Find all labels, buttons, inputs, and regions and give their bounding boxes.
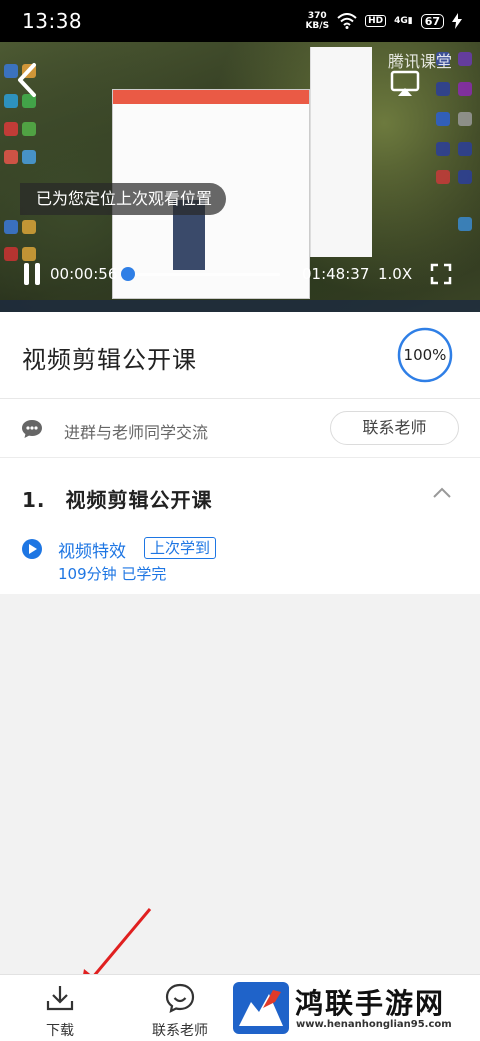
lesson-play-icon[interactable] <box>22 539 42 559</box>
hd-badge: HD <box>365 15 387 27</box>
course-header: 视频剪辑公开课 100% <box>0 312 480 398</box>
signal-icon: 4G▮ <box>394 16 413 26</box>
course-progress-text: 100% <box>403 346 447 364</box>
network-speed-value: 370 <box>307 11 327 21</box>
chapter-number: 1. <box>22 488 46 512</box>
video-window-side <box>310 47 372 257</box>
chapter-title[interactable]: 1. 视频剪辑公开课 <box>22 484 213 513</box>
chevron-up-icon[interactable] <box>432 486 452 500</box>
back-icon[interactable] <box>14 62 40 98</box>
lesson-name[interactable]: 视频特效 <box>58 537 126 562</box>
course-progress-ring: 100% <box>397 327 453 383</box>
chapter-title-text: 视频剪辑公开课 <box>65 488 213 512</box>
course-title: 视频剪辑公开课 <box>22 346 197 374</box>
resume-toast: 已为您定位上次观看位置 <box>20 183 227 215</box>
total-time: 01:48:37 <box>302 265 370 283</box>
lesson-meta: 109分钟 已学完 <box>58 565 167 583</box>
watermark: 鸿联手游网 www.henanhonglian95.com <box>233 979 473 1037</box>
chapter-section: 1. 视频剪辑公开课 视频特效 上次学到 109分钟 已学完 <box>0 458 480 594</box>
status-time: 13:38 <box>22 9 83 33</box>
download-label: 下载 <box>46 1023 74 1039</box>
charging-icon <box>452 13 462 29</box>
status-bar: 13:38 370 KB/S HD 4G▮ 67 <box>0 0 480 42</box>
download-icon <box>46 986 74 1011</box>
current-time: 00:00:56 <box>50 265 118 283</box>
watermark-url: www.henanhonglian95.com <box>296 1019 452 1030</box>
seek-track <box>126 273 280 276</box>
group-row: 进群与老师同学交流 联系老师 <box>0 398 480 458</box>
battery-level: 67 <box>424 14 440 28</box>
network-speed: 370 KB/S <box>305 11 329 31</box>
watermark-title: 鸿联手游网 <box>295 987 446 1020</box>
player-controls: 00:00:56 01:48:37 1.0X <box>0 256 480 292</box>
video-player[interactable]: 腾讯课堂 已为您定位上次观看位置 00:00:56 01:48:37 1.0X <box>0 42 480 312</box>
status-icons: 370 KB/S HD 4G▮ 67 <box>305 11 462 31</box>
group-text: 进群与老师同学交流 <box>64 423 209 442</box>
network-speed-unit: KB/S <box>305 21 330 31</box>
seek-thumb[interactable] <box>121 267 135 281</box>
video-taskbar <box>0 300 480 312</box>
player-brand: 腾讯课堂 <box>387 52 452 71</box>
download-button[interactable]: 下载 <box>5 975 115 1041</box>
wifi-icon <box>337 13 357 29</box>
watermark-logo-icon <box>233 982 289 1034</box>
contact-teacher-button[interactable]: 联系老师 <box>330 411 459 445</box>
smile-chat-icon <box>165 983 195 1013</box>
contact-teacher-nav[interactable]: 联系老师 <box>125 975 235 1041</box>
contact-teacher-label: 联系老师 <box>152 1023 208 1039</box>
chat-bubble-icon <box>22 420 42 438</box>
battery-icon: 67 <box>420 13 444 29</box>
fullscreen-icon[interactable] <box>430 263 452 285</box>
speed-button[interactable]: 1.0X <box>378 265 418 283</box>
signal-label: 4G <box>394 16 408 26</box>
video-window-titlebar <box>113 90 309 104</box>
last-watched-badge: 上次学到 <box>144 537 217 559</box>
cast-icon[interactable] <box>390 70 420 98</box>
seek-bar[interactable] <box>120 264 280 284</box>
pause-icon[interactable] <box>22 263 42 285</box>
